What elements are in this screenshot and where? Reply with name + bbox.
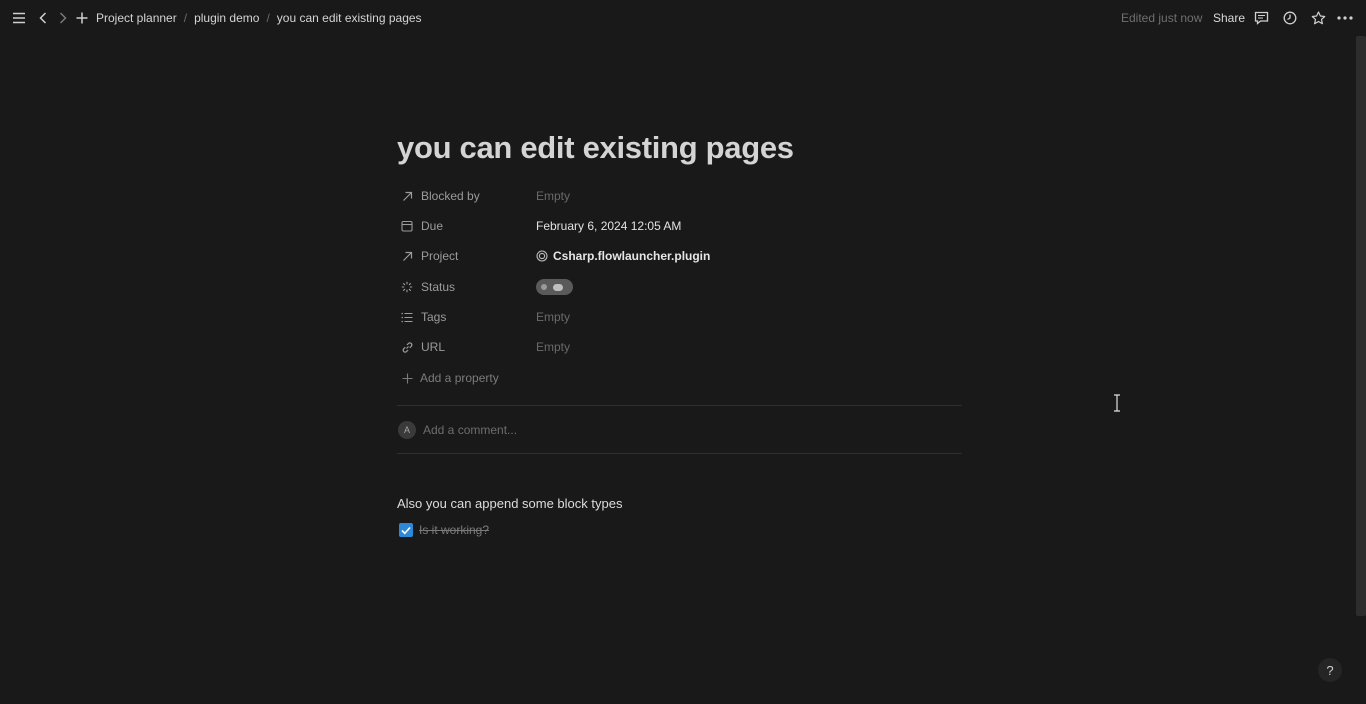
property-url[interactable]: URL Empty xyxy=(397,333,962,361)
status-label-redacted xyxy=(553,283,563,291)
property-status[interactable]: Status xyxy=(397,273,962,301)
add-property-button[interactable]: Add a property xyxy=(397,368,499,388)
property-label: Status xyxy=(421,280,456,294)
breadcrumb-item-plugin-demo[interactable]: plugin demo xyxy=(194,11,259,25)
divider xyxy=(397,405,962,406)
property-label: Blocked by xyxy=(421,189,480,203)
property-name: Project xyxy=(397,249,536,263)
comment-box: A xyxy=(397,420,962,440)
history-icon[interactable] xyxy=(1282,10,1298,26)
breadcrumb: Project planner / plugin demo / you can … xyxy=(96,0,422,36)
property-tags[interactable]: Tags Empty xyxy=(397,303,962,331)
page-title[interactable]: you can edit existing pages xyxy=(397,130,794,166)
todo-text[interactable]: Is it working? xyxy=(419,523,489,537)
forward-icon[interactable] xyxy=(56,10,70,26)
breadcrumb-separator: / xyxy=(266,11,270,25)
share-button[interactable]: Share xyxy=(1213,11,1245,25)
property-label: Project xyxy=(421,249,459,263)
property-label: Due xyxy=(421,219,444,233)
comment-input[interactable] xyxy=(423,423,723,437)
breadcrumb-item-project-planner[interactable]: Project planner xyxy=(96,11,177,25)
property-project[interactable]: Project Csharp.flowlauncher.plugin xyxy=(397,242,962,270)
text-block[interactable]: Also you can append some block types xyxy=(397,496,622,511)
divider xyxy=(397,453,962,454)
property-label: URL xyxy=(421,340,446,354)
project-target-icon xyxy=(536,250,548,262)
comment-icon[interactable] xyxy=(1253,10,1269,26)
property-value[interactable]: Empty xyxy=(536,310,570,324)
avatar: A xyxy=(398,421,416,439)
checkmark-icon xyxy=(401,526,411,534)
relation-arrow-icon xyxy=(400,189,414,203)
list-icon xyxy=(400,310,414,324)
star-icon[interactable] xyxy=(1310,10,1326,26)
more-icon[interactable] xyxy=(1337,10,1353,26)
breadcrumb-separator: / xyxy=(183,11,188,25)
property-value[interactable]: February 6, 2024 12:05 AM xyxy=(536,219,681,233)
property-due[interactable]: Due February 6, 2024 12:05 AM xyxy=(397,212,962,240)
project-link[interactable]: Csharp.flowlauncher.plugin xyxy=(553,249,710,263)
menu-icon[interactable] xyxy=(11,10,27,26)
status-badge[interactable] xyxy=(536,279,573,295)
scrollbar[interactable] xyxy=(1356,36,1366,616)
property-value[interactable]: Csharp.flowlauncher.plugin xyxy=(536,249,710,263)
breadcrumb-item-current-page[interactable]: you can edit existing pages xyxy=(277,11,422,25)
add-property-label: Add a property xyxy=(420,371,499,385)
property-value[interactable]: Empty xyxy=(536,189,570,203)
property-value[interactable]: Empty xyxy=(536,340,570,354)
edited-status: Edited just now xyxy=(1121,11,1203,25)
property-name: Due xyxy=(397,219,536,233)
back-icon[interactable] xyxy=(36,10,50,26)
status-icon xyxy=(400,280,414,294)
property-name: Tags xyxy=(397,310,536,324)
property-blocked-by[interactable]: Blocked by Empty xyxy=(397,182,962,210)
calendar-icon xyxy=(400,219,414,233)
property-label: Tags xyxy=(421,310,447,324)
plus-icon[interactable] xyxy=(74,10,90,26)
help-button[interactable]: ? xyxy=(1318,658,1342,682)
link-icon xyxy=(400,340,414,354)
property-name: Blocked by xyxy=(397,189,536,203)
text-cursor-icon xyxy=(1112,394,1122,415)
plus-icon xyxy=(400,371,414,385)
property-name: URL xyxy=(397,340,536,354)
relation-arrow-icon xyxy=(400,249,414,263)
top-bar: Project planner / plugin demo / you can … xyxy=(0,0,1366,36)
todo-checkbox[interactable] xyxy=(399,523,413,537)
todo-block: Is it working? xyxy=(397,522,489,538)
property-name: Status xyxy=(397,280,536,294)
status-dot xyxy=(541,284,547,290)
